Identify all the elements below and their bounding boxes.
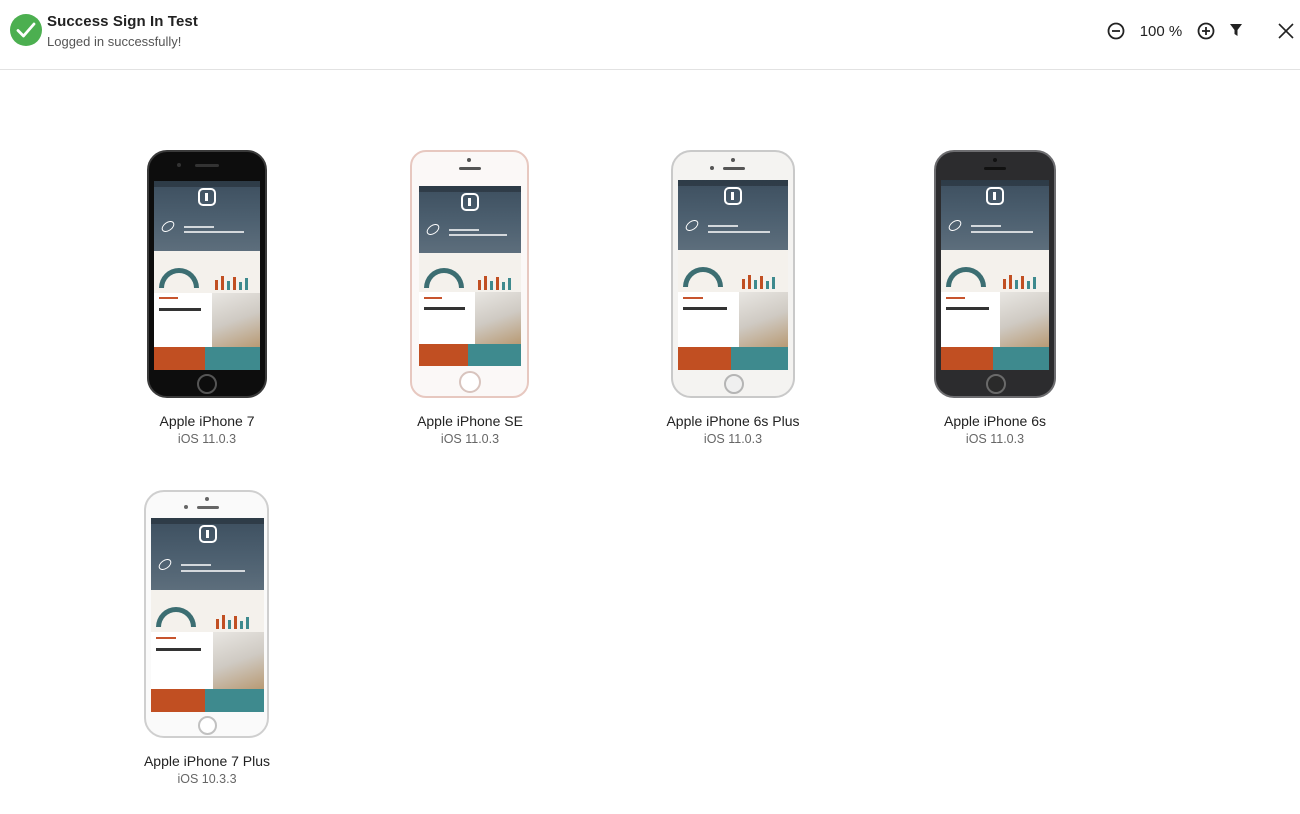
home-button	[459, 371, 481, 393]
camera	[993, 158, 997, 162]
device-os: iOS 11.0.3	[177, 432, 237, 446]
device-thumbnail[interactable]	[410, 150, 529, 398]
filter-icon	[1230, 24, 1242, 36]
speaker	[197, 506, 219, 509]
minus-circle-icon	[1107, 22, 1125, 40]
success-check-icon	[10, 14, 42, 46]
status-message: Logged in successfully!	[47, 34, 182, 49]
zoom-out-button[interactable]	[1106, 21, 1126, 41]
speaker	[723, 167, 745, 170]
device-name: Apple iPhone 7 Plus	[143, 753, 271, 769]
home-button	[986, 374, 1006, 394]
home-button	[197, 374, 217, 394]
front-camera	[184, 505, 188, 509]
device-thumbnail[interactable]	[144, 490, 269, 738]
camera	[467, 158, 471, 162]
device-card[interactable]: Apple iPhone 6s Plus iOS 11.0.3	[633, 150, 833, 450]
device-card[interactable]: Apple iPhone SE iOS 11.0.3	[370, 150, 570, 450]
home-button	[724, 374, 744, 394]
front-camera	[710, 166, 714, 170]
device-os: iOS 11.0.3	[965, 432, 1025, 446]
camera	[205, 497, 209, 501]
app-screenshot	[154, 181, 260, 370]
app-screenshot	[941, 180, 1049, 370]
device-os: iOS 11.0.3	[703, 432, 763, 446]
device-thumbnail[interactable]	[934, 150, 1056, 398]
notification-header: Success Sign In Test Logged in successfu…	[0, 0, 1300, 70]
device-card[interactable]: Apple iPhone 7 iOS 11.0.3	[107, 150, 307, 450]
speaker	[459, 167, 481, 170]
camera	[731, 158, 735, 162]
device-os: iOS 11.0.3	[440, 432, 500, 446]
device-card[interactable]: Apple iPhone 6s iOS 11.0.3	[895, 150, 1095, 450]
device-name: Apple iPhone 7	[159, 413, 255, 429]
close-icon	[1278, 23, 1294, 39]
page-title: Success Sign In Test	[47, 13, 198, 30]
plus-circle-icon	[1197, 22, 1215, 40]
device-card[interactable]: Apple iPhone 7 Plus iOS 10.3.3	[107, 490, 307, 790]
device-name: Apple iPhone SE	[417, 413, 523, 429]
device-name: Apple iPhone 6s Plus	[666, 413, 800, 429]
close-button[interactable]	[1276, 21, 1296, 41]
device-name: Apple iPhone 6s	[944, 413, 1046, 429]
device-os: iOS 10.3.3	[177, 772, 237, 786]
zoom-in-button[interactable]	[1196, 21, 1216, 41]
speaker	[195, 164, 219, 167]
device-thumbnail[interactable]	[671, 150, 795, 398]
speaker	[984, 167, 1006, 170]
app-screenshot	[678, 180, 788, 370]
app-screenshot	[419, 186, 521, 366]
app-screenshot	[151, 518, 264, 712]
filter-button[interactable]	[1227, 21, 1247, 41]
device-thumbnail[interactable]	[147, 150, 267, 398]
home-button	[198, 716, 217, 735]
zoom-level: 100 %	[1139, 23, 1183, 40]
camera	[177, 163, 181, 167]
